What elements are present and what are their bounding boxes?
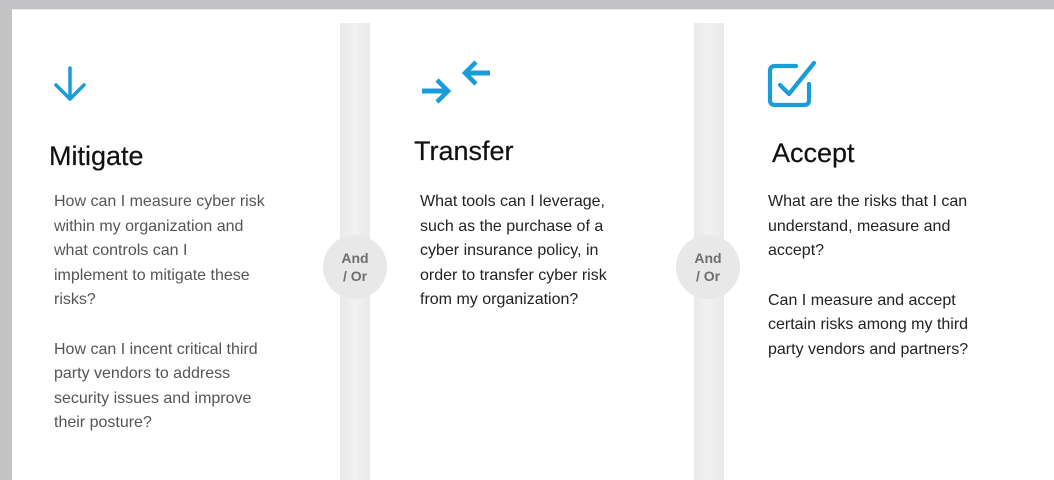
text-line: order to transfer cyber risk [420,266,607,284]
text-line: what controls can I [54,242,188,259]
text-line: party vendors and partners? [768,340,969,358]
text-line: implement to mitigate these [54,266,250,284]
text-line: risks? [54,291,96,308]
transfer-column: Transfer What tools can I leverage, such… [370,9,694,480]
mitigate-column: Mitigate How can I measure cyber risk wi… [12,9,342,480]
text-line: cyber insurance policy, in [420,242,599,259]
connector-line: And [694,250,722,266]
accept-description: What are the risks that I can understand… [768,190,968,362]
connector-line: And [341,250,369,266]
text-line: within my organization and [54,217,244,235]
arrow-down-icon [52,66,88,104]
transfer-arrows-icon [420,59,496,105]
mitigate-paragraph-1: How can I measure cyber risk within my o… [54,190,265,313]
text-line: What are the risks that I can [768,193,968,210]
text-line: their posture? [54,414,152,431]
accept-paragraph-1: What are the risks that I can understand… [768,190,968,264]
connector-line: / Or [342,268,368,284]
accept-column: Accept What are the risks that I can und… [724,9,1054,480]
transfer-description: What tools can I leverage, such as the p… [420,190,607,313]
accept-title: Accept [772,138,855,168]
transfer-paragraph-1: What tools can I leverage, such as the p… [420,190,607,313]
accept-paragraph-2: Can I measure and accept certain risks a… [768,289,968,363]
transfer-title: Transfer [414,136,514,166]
mitigate-paragraph-2: How can I incent critical third party ve… [54,338,265,436]
risk-options-panel: Mitigate How can I measure cyber risk wi… [12,9,1054,480]
text-line: certain risks among my third [768,316,969,333]
text-line: What tools can I leverage, [420,193,605,210]
connector-line: / Or [695,268,721,284]
mitigate-title: Mitigate [49,141,144,171]
text-line: security issues and improve [54,389,252,407]
text-line: How can I incent critical third [54,340,258,358]
text-line: such as the purchase of a [420,217,604,235]
text-line: understand, measure and [768,217,951,235]
text-line: accept? [768,242,825,259]
text-line: from my organization? [420,291,579,308]
text-line: Can I measure and accept [768,291,956,309]
checkbox-icon [766,58,820,110]
mitigate-description: How can I measure cyber risk within my o… [54,190,265,436]
text-line: How can I measure cyber risk [54,193,265,210]
text-line: party vendors to address [54,365,231,382]
